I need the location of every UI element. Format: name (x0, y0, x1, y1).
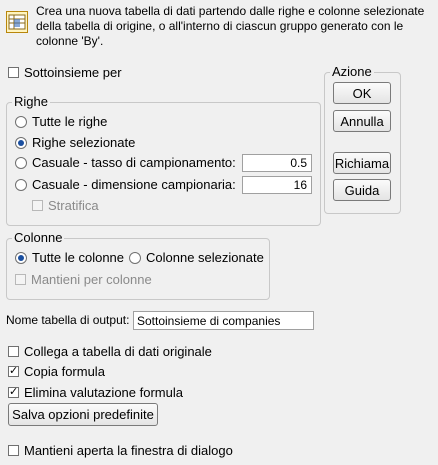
copy-formula-checkbox[interactable]: Copia formula (8, 364, 105, 379)
all-columns-radio[interactable]: Tutte le colonne (15, 250, 124, 265)
all-columns-label: Tutte le colonne (32, 250, 125, 265)
rows-group-title: Righe (12, 94, 50, 109)
table-subset-icon (6, 11, 28, 33)
sample-size-label: Casuale - dimensione campionaria: (32, 177, 236, 192)
ok-button[interactable]: OK (333, 82, 391, 104)
suppress-formula-eval-checkbox[interactable]: Elimina valutazione formula (8, 385, 183, 400)
cancel-button[interactable]: Annulla (333, 110, 391, 132)
keep-dialog-open-label: Mantieni aperta la finestra di dialogo (24, 443, 233, 458)
stratify-box (32, 200, 43, 211)
link-original-checkbox[interactable]: Collega a tabella di dati originale (8, 344, 212, 359)
copy-formula-box[interactable] (8, 364, 19, 378)
selected-rows-label: Righe selezionate (32, 135, 136, 150)
sample-size-input[interactable] (242, 176, 312, 194)
columns-group (6, 238, 270, 300)
sampling-rate-radio-circle[interactable] (15, 156, 27, 169)
suppress-formula-eval-label: Elimina valutazione formula (24, 385, 183, 400)
stratify-checkbox: Stratifica (32, 198, 99, 213)
columns-group-title: Colonne (12, 230, 65, 245)
dialog-description: Crea una nuova tabella di dati partendo … (36, 4, 425, 48)
link-original-box[interactable] (8, 346, 19, 357)
all-rows-radio[interactable]: Tutte le righe (15, 114, 107, 129)
all-rows-radio-circle[interactable] (15, 115, 27, 128)
suppress-formula-eval-box[interactable] (8, 385, 19, 399)
subset-by-box[interactable] (8, 67, 19, 78)
save-defaults-button[interactable]: Salva opzioni predefinite (8, 403, 158, 426)
sampling-rate-radio[interactable]: Casuale - tasso di campionamento: (15, 155, 236, 170)
output-table-label: Nome tabella di output: (6, 313, 130, 327)
help-button[interactable]: Guida (333, 179, 391, 201)
recall-button[interactable]: Richiama (333, 152, 391, 174)
keep-dialog-open-box[interactable] (8, 445, 19, 456)
keep-by-columns-label: Mantieni per colonne (31, 272, 152, 287)
selected-columns-label: Colonne selezionate (146, 250, 264, 265)
selected-rows-radio-circle[interactable] (15, 136, 27, 149)
sample-size-radio-circle[interactable] (15, 178, 27, 191)
subset-by-checkbox[interactable]: Sottoinsieme per (8, 65, 122, 80)
sampling-rate-input[interactable] (242, 154, 312, 172)
sampling-rate-label: Casuale - tasso di campionamento: (32, 155, 236, 170)
action-group-title: Azione (330, 64, 374, 79)
keep-by-columns-checkbox: Mantieni per colonne (15, 272, 152, 287)
output-table-input[interactable] (133, 311, 314, 330)
all-columns-radio-circle[interactable] (15, 251, 27, 264)
copy-formula-label: Copia formula (24, 364, 105, 379)
sample-size-radio[interactable]: Casuale - dimensione campionaria: (15, 177, 236, 192)
selected-columns-radio-circle[interactable] (129, 251, 141, 264)
keep-by-columns-box (15, 274, 26, 285)
all-rows-label: Tutte le righe (32, 114, 108, 129)
keep-dialog-open-checkbox[interactable]: Mantieni aperta la finestra di dialogo (8, 443, 233, 458)
stratify-label: Stratifica (48, 198, 99, 213)
selected-columns-radio[interactable]: Colonne selezionate (129, 250, 264, 265)
selected-rows-radio[interactable]: Righe selezionate (15, 135, 135, 150)
subset-by-label: Sottoinsieme per (24, 65, 122, 80)
link-original-label: Collega a tabella di dati originale (24, 344, 212, 359)
